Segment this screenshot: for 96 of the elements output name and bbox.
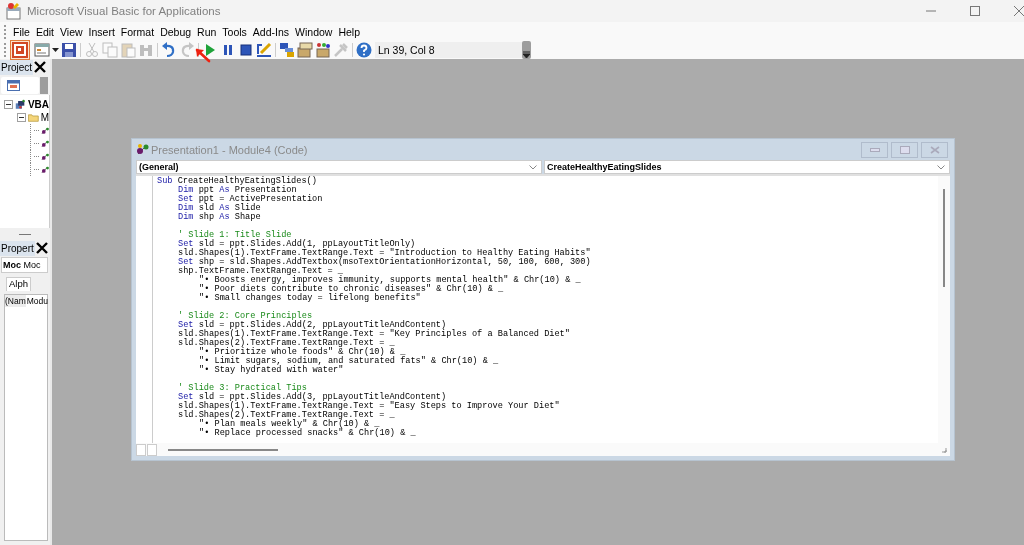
- code-line: Sub CreateHealthyEatingSlides(): [157, 177, 317, 186]
- pane-title: Propert: [0, 240, 35, 256]
- property-name: (Nam: [5, 295, 26, 307]
- stop-button[interactable]: [237, 41, 255, 59]
- project-icon: [15, 98, 26, 111]
- module-icon[interactable]: [40, 139, 49, 148]
- code-line: Set sld = ppt.Slides.Add(2, ppLayoutTitleAndContent): [178, 321, 447, 330]
- code-window-title: Presentation1 - Module4 (Code): [151, 143, 308, 156]
- minimize-icon: [869, 147, 880, 152]
- close-icon[interactable]: [34, 61, 47, 73]
- design-mode-icon: [256, 42, 272, 58]
- module-icon[interactable]: [40, 152, 49, 161]
- code-line: Dim sld As Slide: [178, 204, 261, 213]
- maximize-icon[interactable]: [970, 6, 980, 16]
- help-button[interactable]: [355, 41, 373, 59]
- close-icon: [929, 145, 940, 154]
- pane-title: Project: [0, 59, 34, 75]
- module-icon: [136, 143, 150, 156]
- code-line: Set sld = ppt.Slides.Add(1, ppLayoutTitleOnly): [178, 240, 416, 249]
- project-explorer-button[interactable]: [278, 41, 296, 59]
- folder-icon: [28, 112, 39, 123]
- code-line: "• Boosts energy, improves immunity, supports mental health" & Chr(10) & _: [199, 276, 581, 285]
- powerpoint-icon: [12, 42, 28, 58]
- collapse-toggle[interactable]: [17, 113, 26, 122]
- code-line: ' Slide 2: Core Principles: [178, 312, 313, 321]
- module-icon[interactable]: [40, 126, 49, 135]
- powerpoint-button[interactable]: [11, 41, 29, 59]
- code-line: ' Slide 3: Practical Tips: [178, 384, 307, 393]
- code-line: "• Poor diets contribute to chronic diseases" & Chr(10) & _: [199, 285, 504, 294]
- code-line: "• Replace processed snacks" & Chr(10) & _: [199, 429, 416, 438]
- save-button[interactable]: [60, 41, 78, 59]
- menu-item[interactable]: Help: [337, 25, 361, 38]
- vertical-scrollbar[interactable]: [938, 176, 950, 443]
- code-line: sld.Shapes(1).TextFrame.TextRange.Text = "Key Principles of a Balanced Diet": [178, 330, 570, 339]
- menu-item[interactable]: Format: [119, 25, 156, 38]
- resize-grip-icon[interactable]: [941, 446, 947, 453]
- properties-button[interactable]: [296, 41, 314, 59]
- code-line: ' Slide 1: Title Slide: [178, 231, 292, 240]
- menu-item[interactable]: Debug: [159, 25, 193, 38]
- code-line: shp.TextFrame.TextRange.Text = _: [178, 267, 344, 276]
- project-explorer-icon: [279, 42, 295, 58]
- code-line: sld.Shapes(2).TextFrame.TextRange.Text = _: [178, 339, 395, 348]
- cut-icon: [84, 42, 100, 58]
- code-line: Set ppt = ActivePresentation: [178, 195, 323, 204]
- design-mode-button[interactable]: [255, 41, 273, 59]
- code-line: "• Prioritize whole foods" & Chr(10) & _: [199, 348, 406, 357]
- close-icon[interactable]: [35, 242, 48, 254]
- menu-item[interactable]: Insert: [87, 25, 116, 38]
- code-line: Dim ppt As Presentation: [178, 186, 297, 195]
- redo-icon: [179, 42, 195, 58]
- menu-item[interactable]: Run: [196, 25, 218, 38]
- window-title: Microsoft Visual Basic for Applications: [27, 5, 221, 17]
- chevron-down-icon: [529, 164, 537, 170]
- code-line: sld.Shapes(2).TextFrame.TextRange.Text = _: [178, 411, 395, 420]
- binoculars-icon: [138, 42, 154, 58]
- menu-item[interactable]: Add-Ins: [251, 25, 291, 38]
- chevron-down-icon: [937, 164, 945, 170]
- cursor-position-field: Ln 39, Col 8: [375, 42, 522, 58]
- properties-icon: [297, 42, 313, 58]
- maximize-icon: [899, 145, 910, 154]
- view-object-button[interactable]: [1, 76, 39, 94]
- menu-item[interactable]: File: [12, 25, 31, 38]
- undo-icon: [161, 42, 177, 58]
- toolbox-icon: [333, 42, 349, 58]
- code-line: "• Limit sugars, sodium, and saturated fats" & Chr(10) & _: [199, 357, 499, 366]
- code-line: "• Stay hydrated with water": [199, 366, 344, 375]
- stop-icon: [238, 42, 254, 58]
- procedure-combo[interactable]: CreateHealthyEatingSlides: [544, 160, 950, 174]
- object-dropdown[interactable]: Moc Moc: [1, 257, 48, 273]
- properties-tab[interactable]: Alph: [6, 277, 31, 291]
- code-line: Set shp = sld.Shapes.AddTextbox(msoTextOrientationHorizontal, 50, 100, 600, 300): [178, 258, 591, 267]
- tree-item[interactable]: VBA: [27, 99, 49, 110]
- caret-icon: [523, 51, 530, 58]
- module-icon[interactable]: [40, 165, 49, 174]
- menu-item[interactable]: View: [59, 25, 84, 38]
- object-browser-button[interactable]: [314, 41, 332, 59]
- object-browser-icon: [315, 42, 331, 58]
- caret-icon: [52, 48, 59, 52]
- code-line: "• Plan meals weekly" & Chr(10) & _: [199, 420, 380, 429]
- toolbar-options-button[interactable]: [522, 41, 531, 59]
- code-line: sld.Shapes(1).TextFrame.TextRange.Text = "Easy Steps to Improve Your Diet": [178, 402, 560, 411]
- copy-icon: [102, 42, 118, 58]
- property-value[interactable]: Modu: [25, 295, 49, 307]
- form-icon: [7, 79, 20, 91]
- menu-item[interactable]: Window: [294, 25, 334, 38]
- code-line: "• Small changes today = lifelong benefits": [199, 294, 421, 303]
- tree-item[interactable]: M: [40, 112, 49, 123]
- code-line: sld.Shapes(1).TextFrame.TextRange.Text = "Introduction to Healthy Eating Habits": [178, 249, 591, 258]
- object-combo[interactable]: (General): [136, 160, 542, 174]
- code-line: Set sld = ppt.Slides.Add(3, ppLayoutTitleAndContent): [178, 393, 447, 402]
- menu-item[interactable]: Edit: [34, 25, 55, 38]
- menu-item[interactable]: Tools: [221, 25, 248, 38]
- paste-icon: [120, 42, 136, 58]
- code-line: Dim shp As Shape: [178, 213, 261, 222]
- userform-button[interactable]: [33, 41, 60, 59]
- collapse-toggle[interactable]: [4, 100, 13, 109]
